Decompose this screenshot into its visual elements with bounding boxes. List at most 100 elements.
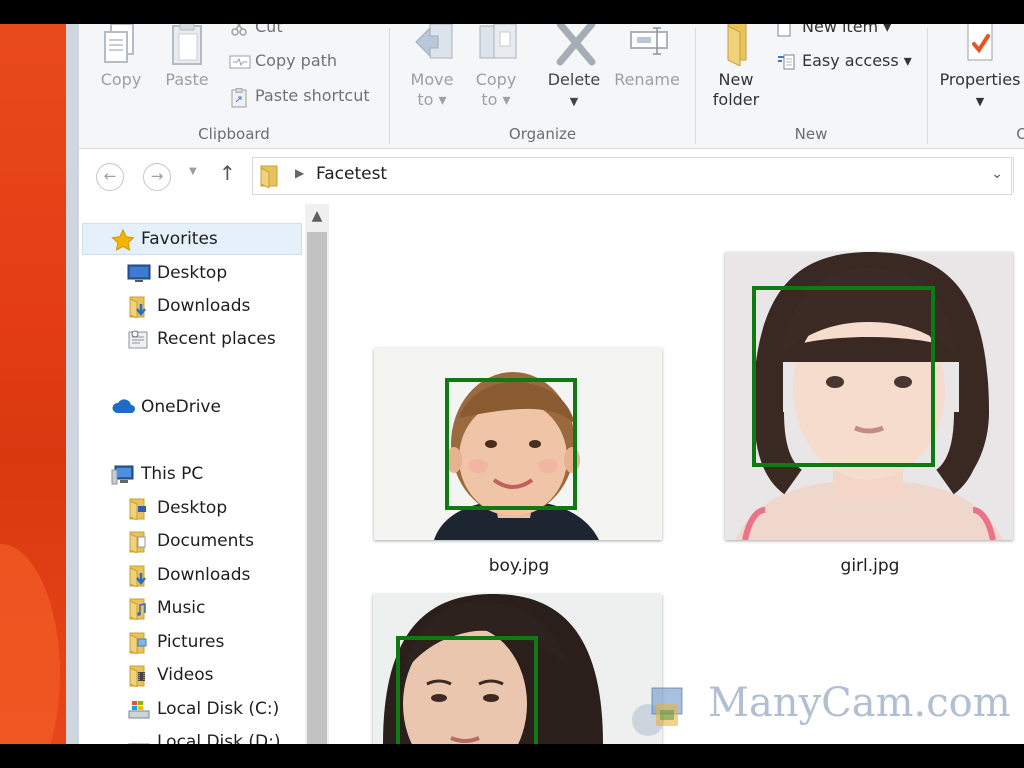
nav-pc-local-disk-d[interactable]: Local Disk (D:) xyxy=(127,731,280,744)
copy-button[interactable]: Copy xyxy=(93,24,149,90)
open-group-label: O xyxy=(1016,125,1024,143)
nav-fav-desktop[interactable]: Desktop xyxy=(127,262,227,284)
desktop-wallpaper xyxy=(0,24,68,744)
music-folder-icon xyxy=(127,598,149,621)
scroll-up-arrow-icon[interactable]: ▲ xyxy=(305,208,329,230)
computer-icon xyxy=(111,464,134,485)
delete-label: Delete xyxy=(547,70,601,89)
nav-pc-desktop[interactable]: Desktop xyxy=(127,497,228,521)
nav-fav-downloads[interactable]: Downloads xyxy=(127,295,250,319)
nav-pc-pictures[interactable]: Pictures xyxy=(127,631,225,655)
rename-button[interactable]: Rename xyxy=(612,24,682,90)
girl-filename[interactable]: girl.jpg xyxy=(775,556,965,576)
new-item-icon xyxy=(776,24,796,37)
organize-group-label: Organize xyxy=(508,125,577,143)
nav-favorites[interactable]: Favorites xyxy=(111,228,218,251)
new-item-label: New item xyxy=(802,24,879,36)
move-to-icon xyxy=(412,24,453,64)
rename-label: Rename xyxy=(614,70,680,89)
scrollbar-thumb[interactable] xyxy=(307,232,327,744)
forward-arrow-icon: → xyxy=(150,167,164,185)
chevron-down-icon[interactable]: ⌄ xyxy=(991,166,1003,182)
nav-pc-documents[interactable]: Documents xyxy=(127,530,254,554)
nav-pc-local-disk-c[interactable]: Local Disk (C:) xyxy=(127,698,279,720)
manycam-logo-icon xyxy=(626,684,692,740)
file-explorer-window: Copy Paste Cut Copy path Paste shortcut … xyxy=(79,24,1024,744)
properties-label: Properties xyxy=(939,70,1021,89)
move-to-label: Move to ▾ xyxy=(410,70,454,109)
nav-item-label: Desktop xyxy=(157,498,228,518)
this-pc-label: This PC xyxy=(141,464,204,484)
drive-icon xyxy=(127,732,150,744)
nav-this-pc[interactable]: This PC xyxy=(111,463,203,485)
nav-pc-music[interactable]: Music xyxy=(127,597,206,621)
search-box-edge[interactable] xyxy=(1013,157,1024,193)
properties-icon xyxy=(960,24,1000,64)
nav-item-label: Music xyxy=(157,598,206,618)
cut-button[interactable]: Cut xyxy=(229,24,283,38)
properties-button[interactable]: Properties ▼ xyxy=(936,24,1024,112)
nav-fav-recent-places[interactable]: Recent places xyxy=(127,328,276,350)
new-item-button[interactable]: New item ▾ xyxy=(776,24,891,38)
documents-folder-icon xyxy=(127,531,149,554)
address-bar-row: ← → ▼ ↑ ▶ Facetest ⌄ xyxy=(79,149,1024,203)
downloads-folder-icon xyxy=(127,296,149,319)
ribbon: Copy Paste Cut Copy path Paste shortcut … xyxy=(79,24,1024,149)
new-folder-label: New folder xyxy=(712,70,760,109)
copy-path-button[interactable]: Copy path xyxy=(229,50,337,72)
delete-x-icon xyxy=(554,24,596,66)
new-group-label: New xyxy=(794,125,828,143)
easy-access-icon xyxy=(776,53,796,71)
boy-filename[interactable]: boy.jpg xyxy=(424,556,614,576)
scissors-icon xyxy=(229,24,249,37)
nav-pane-scrollbar[interactable]: ▲ xyxy=(305,204,329,744)
downloads-folder-icon xyxy=(127,565,149,588)
face-detection-box xyxy=(445,378,577,510)
breadcrumb-chevron-icon: ▶ xyxy=(295,166,305,180)
rename-icon xyxy=(627,24,668,64)
onedrive-cloud-icon xyxy=(111,397,135,417)
face-detection-box xyxy=(752,286,935,467)
face-detection-box xyxy=(396,636,538,744)
forward-button[interactable]: → xyxy=(143,163,171,191)
nav-pc-downloads[interactable]: Downloads xyxy=(127,564,250,588)
nav-pc-videos[interactable]: Videos xyxy=(127,664,214,688)
star-icon xyxy=(111,228,135,251)
folder-icon xyxy=(716,24,756,67)
window-border xyxy=(66,24,79,744)
easy-access-label: Easy access xyxy=(802,51,899,70)
recent-places-icon xyxy=(127,329,149,349)
paste-button[interactable]: Paste xyxy=(159,24,215,90)
nav-onedrive[interactable]: OneDrive xyxy=(111,396,221,418)
nav-item-label: Local Disk (C:) xyxy=(157,699,280,719)
back-button[interactable]: ← xyxy=(96,163,124,191)
move-to-button[interactable]: Move to ▾ xyxy=(404,24,460,110)
address-box[interactable]: ▶ Facetest ⌄ xyxy=(252,157,1012,195)
breadcrumb-facetest[interactable]: Facetest xyxy=(316,164,387,184)
desktop-folder-icon xyxy=(127,498,149,521)
paste-icon xyxy=(167,24,207,65)
pictures-folder-icon xyxy=(127,632,149,655)
open-group: Properties ▼ O xyxy=(928,24,1024,148)
clipboard-group-label: Clipboard xyxy=(198,125,270,143)
paste-shortcut-icon xyxy=(229,87,249,107)
delete-button[interactable]: Delete ▼ xyxy=(544,24,604,112)
paste-shortcut-label: Paste shortcut xyxy=(255,86,370,105)
copy-path-icon xyxy=(229,53,251,71)
organize-group: Move to ▾ Copy to ▾ Delete ▼ Rename Orga… xyxy=(390,24,695,148)
recent-locations-dropdown[interactable]: ▼ xyxy=(189,166,197,177)
easy-access-button[interactable]: Easy access ▾ xyxy=(776,50,912,72)
new-group: New folder New item ▾ Easy access ▾ New xyxy=(696,24,926,148)
manycam-watermark: ManyCam.com xyxy=(708,680,1011,726)
nav-item-label: Documents xyxy=(157,531,254,551)
new-folder-button[interactable]: New folder xyxy=(706,24,766,110)
back-arrow-icon: ← xyxy=(103,167,117,185)
copy-to-button[interactable]: Copy to ▾ xyxy=(468,24,524,110)
letterbox-top xyxy=(0,0,1024,24)
paste-shortcut-button[interactable]: Paste shortcut xyxy=(229,85,370,107)
favorites-label: Favorites xyxy=(141,229,218,249)
nav-item-label: Local Disk (D:) xyxy=(157,732,281,744)
nav-item-label: Pictures xyxy=(157,632,225,652)
up-button[interactable]: ↑ xyxy=(219,161,236,185)
file-list-area: boy.jpg girl.jpg xyxy=(329,204,1024,744)
